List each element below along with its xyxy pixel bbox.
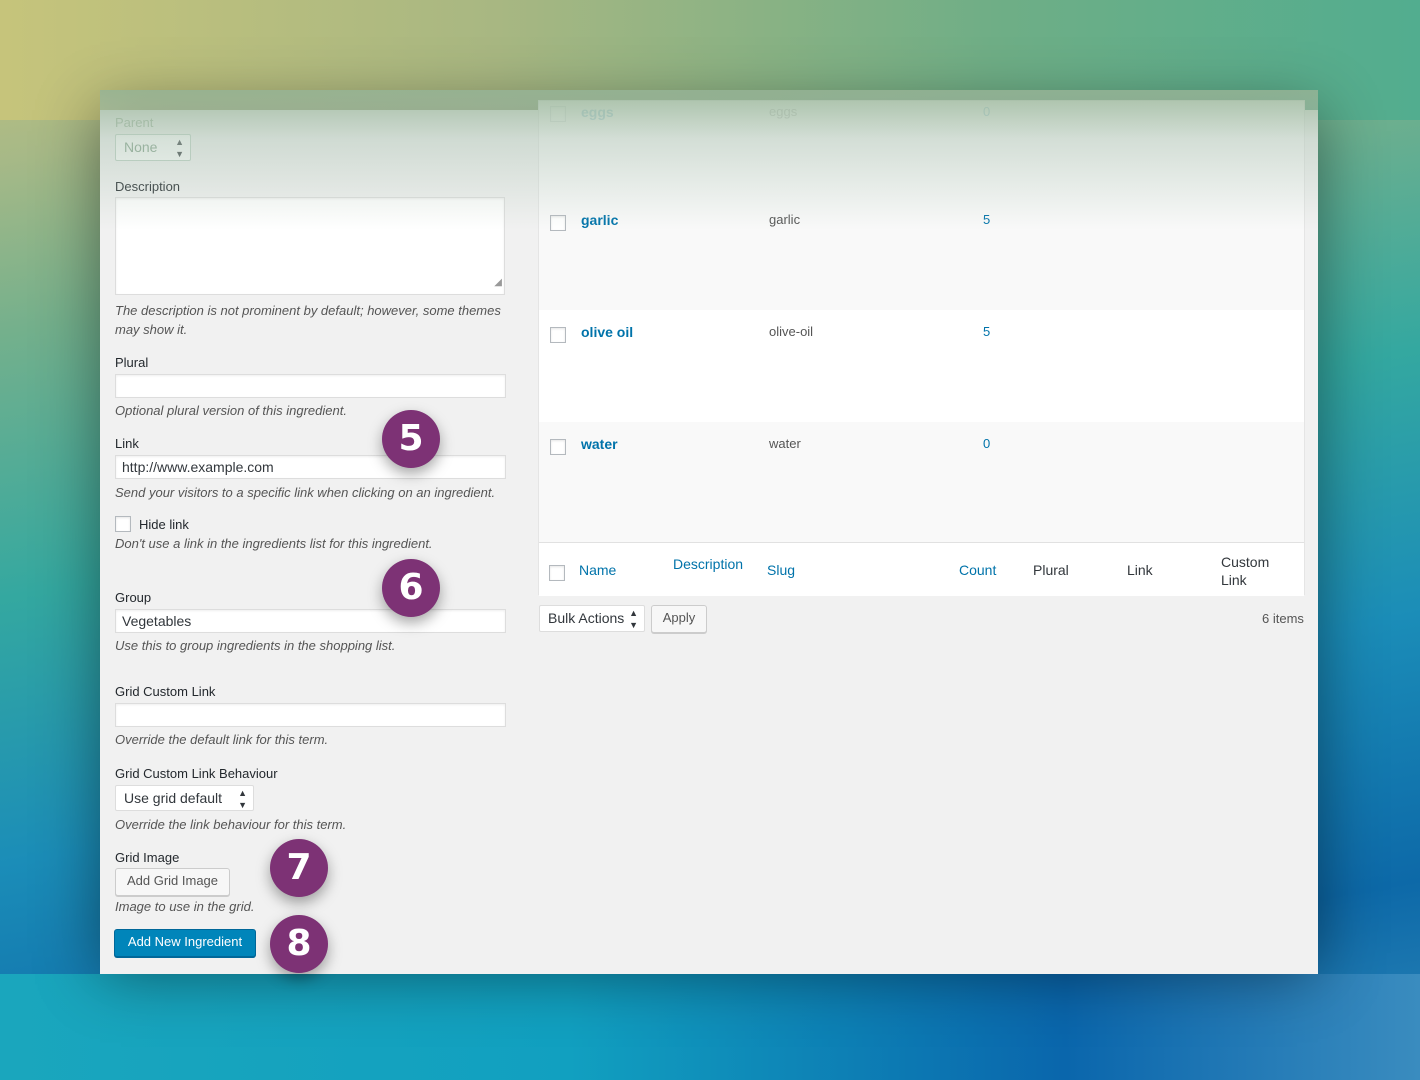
grid-behaviour-label: Grid Custom Link Behaviour [115,766,278,781]
hide-link-hint: Don't use a link in the ingredients list… [115,536,433,551]
plural-input[interactable] [115,374,506,398]
row-name[interactable]: eggs [581,104,614,120]
step-badge-7: 7 [270,839,328,897]
column-name[interactable]: Name [579,562,616,578]
select-all-checkbox[interactable] [549,565,565,581]
row-checkbox[interactable] [550,327,566,343]
row-count[interactable]: 5 [983,212,990,227]
select-arrows-icon: ▲ ▼ [175,137,184,159]
resize-handle-icon[interactable]: ◢ [494,272,502,294]
row-slug: garlic [769,212,801,227]
step-badge-6: 6 [382,559,440,617]
description-label: Description [115,179,181,194]
row-slug: eggs [769,104,798,119]
column-link: Link [1127,562,1153,578]
group-hint: Use this to group ingredients in the sho… [115,638,396,653]
row-name[interactable]: olive oil [581,324,633,340]
row-checkbox[interactable] [550,215,566,231]
row-count[interactable]: 0 [983,436,990,451]
select-arrows-icon: ▲ ▼ [238,788,247,810]
column-description[interactable]: Description [673,556,743,572]
group-input[interactable]: Vegetables [115,609,506,633]
grid-image-label: Grid Image [115,850,180,865]
description-textarea[interactable]: ◢ [115,197,505,295]
column-custom-link-line2: Link [1221,572,1247,588]
plural-hint: Optional plural version of this ingredie… [115,403,347,418]
bulk-actions-select[interactable]: Bulk Actions ▲ ▼ [539,605,645,632]
description-hint: The description is not prominent by defa… [115,301,535,339]
plural-label: Plural [115,355,149,370]
apply-button[interactable]: Apply [651,605,707,633]
parent-label: Parent [115,115,154,130]
table-footer-header: Name Description Slug Count Plural Link … [539,542,1304,596]
link-label: Link [115,436,139,451]
grid-behaviour-select-value: Use grid default [124,790,223,806]
background-bottom [0,974,1420,1080]
column-slug[interactable]: Slug [767,562,795,578]
hide-link-label: Hide link [139,517,189,532]
table-row: eggs eggs 0 [539,101,1304,213]
row-name[interactable]: garlic [581,212,618,228]
table-row: garlic garlic 5 [539,198,1304,310]
row-name[interactable]: water [581,436,618,452]
grid-custom-link-input[interactable] [115,703,506,727]
link-hint: Send your visitors to a specific link wh… [115,485,496,500]
group-label: Group [115,590,152,605]
parent-select-value: None [124,139,158,155]
grid-custom-link-label: Grid Custom Link [115,684,216,699]
add-new-ingredient-button[interactable]: Add New Ingredient [114,929,256,957]
hide-link-checkbox[interactable] [115,516,131,532]
table-row: olive oil olive-oil 5 [539,310,1304,422]
row-count[interactable]: 0 [983,104,990,119]
bulk-actions-value: Bulk Actions [548,610,625,626]
grid-custom-link-hint: Override the default link for this term. [115,732,329,747]
grid-image-hint: Image to use in the grid. [115,899,255,914]
column-plural: Plural [1033,562,1069,578]
link-input[interactable]: http://www.example.com [115,455,506,479]
table-row: water water 0 [539,422,1304,542]
link-input-value: http://www.example.com [122,459,274,475]
ingredients-table: eggs eggs 0 garlic garlic 5 olive oil ol… [538,100,1305,596]
grid-behaviour-select[interactable]: Use grid default ▲ ▼ [115,785,254,811]
step-badge-8: 8 [270,915,328,973]
grid-behaviour-hint: Override the link behaviour for this ter… [115,817,347,832]
step-badge-5: 5 [382,410,440,468]
column-custom-link-line1: Custom [1221,554,1270,570]
select-arrows-icon: ▲ ▼ [629,608,638,630]
group-input-value: Vegetables [122,613,192,629]
parent-select[interactable]: None ▲ ▼ [115,134,191,161]
description-hint-line2: may show it. [115,322,188,337]
row-checkbox[interactable] [550,439,566,455]
row-count[interactable]: 5 [983,324,990,339]
row-checkbox[interactable] [550,106,566,122]
row-slug: water [769,436,801,451]
column-count[interactable]: Count [959,562,996,578]
items-count: 6 items [1262,611,1304,626]
add-grid-image-button[interactable]: Add Grid Image [115,868,230,896]
description-hint-line1: The description is not prominent by defa… [115,303,501,318]
row-slug: olive-oil [769,324,814,339]
